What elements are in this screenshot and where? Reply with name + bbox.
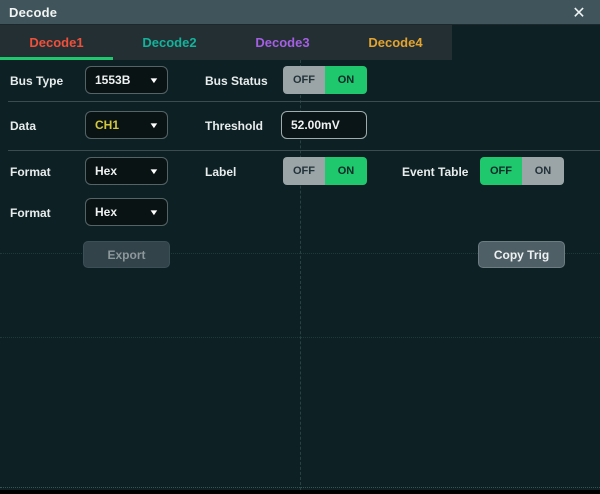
decode-dialog: Decode ✕ Decode1 Decode2 Decode3 Decode4… xyxy=(0,0,600,494)
bus-status-toggle[interactable]: OFF ON xyxy=(283,66,367,94)
threshold-value: 52.00mV xyxy=(291,118,340,132)
label-off[interactable]: OFF xyxy=(283,157,325,185)
event-table-on[interactable]: ON xyxy=(522,157,564,185)
event-table-off[interactable]: OFF xyxy=(480,157,522,185)
copy-trig-button[interactable]: Copy Trig xyxy=(478,241,565,268)
export-button[interactable]: Export xyxy=(83,241,170,268)
data-source-value: CH1 xyxy=(95,118,119,132)
row-separator xyxy=(8,150,600,151)
bus-type-label: Bus Type xyxy=(10,74,63,88)
event-table-toggle[interactable]: OFF ON xyxy=(480,157,564,185)
label-on[interactable]: ON xyxy=(325,157,367,185)
tab-decode3[interactable]: Decode3 xyxy=(226,25,339,60)
bus-type-value: 1553B xyxy=(95,73,130,87)
bus-type-dropdown[interactable]: 1553B ▼ xyxy=(85,66,168,94)
dialog-titlebar: Decode xyxy=(0,0,600,25)
tab-bar: Decode1 Decode2 Decode3 Decode4 xyxy=(0,25,600,60)
chevron-down-icon: ▼ xyxy=(148,167,159,176)
graticule-horizontal-line xyxy=(0,487,600,488)
threshold-label: Threshold xyxy=(205,119,263,133)
row-separator xyxy=(8,101,600,102)
active-tab-indicator xyxy=(0,57,113,60)
data-label: Data xyxy=(10,119,36,133)
data-source-dropdown[interactable]: CH1 ▼ xyxy=(85,111,168,139)
bottom-screen-edge xyxy=(0,490,600,494)
label-toggle-label: Label xyxy=(205,165,236,179)
event-table-label: Event Table xyxy=(402,165,468,179)
graticule-horizontal-line xyxy=(0,337,600,338)
tab-decode1[interactable]: Decode1 xyxy=(0,25,113,60)
format2-value: Hex xyxy=(95,205,117,219)
chevron-down-icon: ▼ xyxy=(148,121,159,130)
format2-label: Format xyxy=(10,206,51,220)
tab-decode2[interactable]: Decode2 xyxy=(113,25,226,60)
threshold-input[interactable]: 52.00mV xyxy=(281,111,367,139)
label-toggle[interactable]: OFF ON xyxy=(283,157,367,185)
close-icon[interactable]: ✕ xyxy=(564,0,594,25)
format-value: Hex xyxy=(95,164,117,178)
dialog-title: Decode xyxy=(0,5,57,20)
format-dropdown[interactable]: Hex ▼ xyxy=(85,157,168,185)
chevron-down-icon: ▼ xyxy=(148,76,159,85)
format-label: Format xyxy=(10,165,51,179)
tab-decode4[interactable]: Decode4 xyxy=(339,25,452,60)
copy-trig-button-label: Copy Trig xyxy=(494,248,549,262)
format2-dropdown[interactable]: Hex ▼ xyxy=(85,198,168,226)
bus-status-label: Bus Status xyxy=(205,74,268,88)
export-button-label: Export xyxy=(107,248,145,262)
bus-status-on[interactable]: ON xyxy=(325,66,367,94)
bus-status-off[interactable]: OFF xyxy=(283,66,325,94)
chevron-down-icon: ▼ xyxy=(148,208,159,217)
